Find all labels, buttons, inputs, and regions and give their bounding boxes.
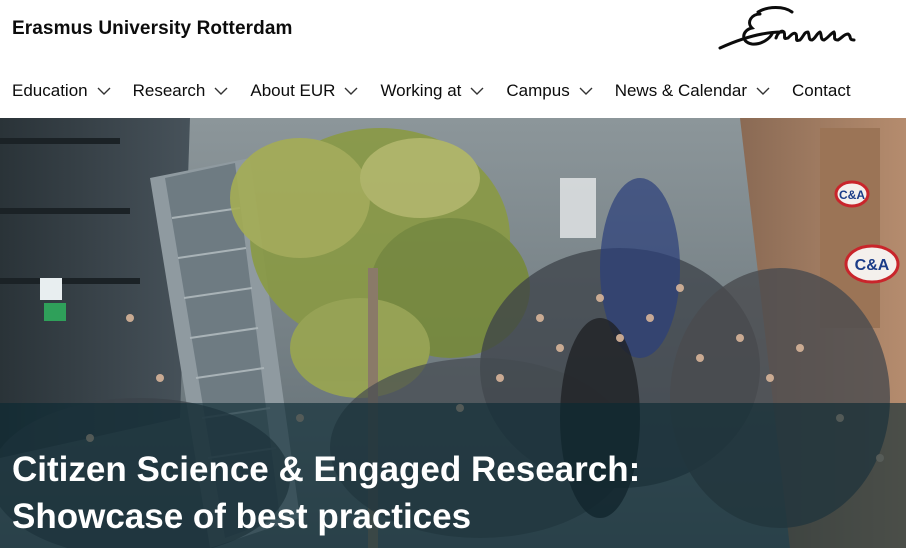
chevron-down-icon — [97, 87, 111, 95]
nav-item-label: Education — [12, 81, 88, 100]
nav-item-label: News & Calendar — [614, 81, 747, 100]
sign-text: C&A — [855, 257, 890, 274]
site-header: Erasmus University Rotterdam Education R… — [0, 0, 906, 118]
erasmus-logo[interactable] — [712, 2, 872, 58]
chevron-down-icon — [214, 87, 228, 95]
nav-item-label: Research — [132, 81, 206, 100]
chevron-down-icon — [756, 87, 770, 95]
hero-title: Citizen Science & Engaged Research: Show… — [12, 446, 892, 540]
nav-item-contact[interactable]: Contact — [792, 81, 851, 101]
nav-item-working-at[interactable]: Working at — [380, 81, 484, 101]
nav-item-campus[interactable]: Campus — [506, 81, 593, 101]
chevron-down-icon — [579, 87, 593, 95]
hero-title-line-2: Showcase of best practices — [12, 497, 472, 536]
hero-title-line-1: Citizen Science & Engaged Research: — [12, 450, 641, 489]
main-nav: Education Research About EUR Working at … — [12, 78, 851, 104]
nav-item-news-calendar[interactable]: News & Calendar — [615, 81, 770, 101]
nav-item-research[interactable]: Research — [133, 81, 229, 101]
nav-item-education[interactable]: Education — [12, 81, 111, 101]
nav-item-about[interactable]: About EUR — [250, 81, 358, 101]
chevron-down-icon — [344, 87, 358, 95]
site-name[interactable]: Erasmus University Rotterdam — [12, 18, 293, 40]
sign-text: C&A — [839, 188, 865, 202]
nav-item-label: About EUR — [250, 81, 336, 100]
nav-item-label: Contact — [791, 81, 851, 100]
nav-item-label: Campus — [506, 81, 570, 100]
chevron-down-icon — [470, 87, 484, 95]
nav-item-label: Working at — [380, 81, 462, 100]
